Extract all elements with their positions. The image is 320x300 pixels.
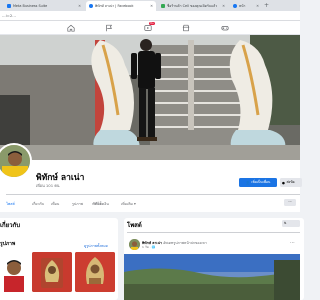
browser-tab-business-suite[interactable]: Meta Business Suite ✕: [4, 1, 84, 11]
messenger-icon: ●: [282, 180, 285, 185]
browser-tab-bar: Meta Business Suite ✕ พิทักษ์ ลาเน่า | F…: [0, 0, 300, 11]
tab-title: ชื่อร้านค้า Cell ของคุณเปิดรับแล้ว: [167, 3, 218, 8]
facebook-favicon-icon: [233, 4, 237, 8]
tab-friends[interactable]: เพื่อน: [51, 201, 59, 207]
message-label: ส่งข้อ: [286, 180, 295, 184]
post-time[interactable]: 1 วัน: [142, 245, 149, 249]
avatar-photo: [0, 145, 30, 177]
tab-posts[interactable]: โพสต์: [6, 201, 15, 207]
tab-title: Meta Business Suite: [13, 4, 48, 8]
tab-photos[interactable]: รูปภาพ: [72, 201, 83, 207]
home-icon[interactable]: [67, 24, 75, 32]
post-action-text: อัพเดทรูปภาพหน้าปกของเขา: [163, 241, 207, 245]
add-friend-icon: 👤: [245, 180, 250, 185]
sheets-favicon-icon: [161, 4, 165, 8]
post-options-icon[interactable]: ···: [290, 240, 295, 246]
profile-name: พิทักษ์ ลาเน่า: [36, 173, 85, 183]
globe-icon: · 🌐: [149, 245, 156, 249]
browser-tab-facebook-profile[interactable]: พิทักษ์ ลาเน่า | Facebook ✕: [86, 1, 156, 11]
new-tab-icon[interactable]: +: [264, 2, 269, 9]
photo-selfie: [0, 252, 30, 292]
close-tab-icon[interactable]: ✕: [150, 4, 153, 8]
friends-count[interactable]: เพื่อน 101 คน: [36, 183, 59, 189]
photos-section-title: รูปภาพ: [0, 241, 16, 247]
tab-title: หน้า: [239, 3, 246, 8]
add-friend-label: เพิ่มเป็นเพื่อน: [251, 180, 271, 184]
photo-thumbnail[interactable]: [32, 252, 72, 292]
photo-amulet: [32, 252, 72, 292]
facebook-favicon-icon: [89, 4, 93, 8]
meta-favicon-icon: [7, 4, 11, 8]
close-tab-icon[interactable]: ✕: [256, 4, 259, 8]
tab-more[interactable]: เพิ่มเติม ▾: [121, 201, 136, 207]
notification-badge: 9+: [149, 22, 155, 26]
message-button[interactable]: ● ส่งข้อ: [280, 178, 302, 187]
close-tab-icon[interactable]: ✕: [222, 4, 225, 8]
tab-overflow-button[interactable]: ···: [284, 199, 296, 206]
pages-flag-icon[interactable]: [105, 24, 113, 32]
post-cover-image[interactable]: [124, 254, 300, 300]
posts-card-title: โพสต์: [127, 222, 142, 229]
see-all-photos-link[interactable]: ดูรูปภาพทั้งหมด: [84, 243, 108, 249]
tab-title: พิทักษ์ ลาเน่า | Facebook: [95, 3, 134, 8]
header-divider: [6, 194, 300, 195]
close-tab-icon[interactable]: ✕: [78, 4, 81, 8]
browser-tab-page[interactable]: หน้า ✕: [230, 1, 262, 11]
intro-card-title: เกี่ยวกับ: [0, 222, 21, 229]
photo-amulet: [75, 252, 115, 292]
tab-checkins-visible[interactable]: การเช็คอิน: [92, 201, 109, 207]
watch-icon: [144, 25, 152, 31]
photo-thumbnail[interactable]: [75, 252, 115, 292]
add-friend-button[interactable]: 👤 เพิ่มเป็นเพื่อน: [239, 178, 277, 187]
post-meta: 1 วัน · 🌐: [142, 245, 155, 250]
photo-thumbnail[interactable]: [0, 252, 30, 292]
post-divider: [127, 232, 300, 233]
address-bar[interactable]: ...i=2...: [0, 11, 300, 21]
gaming-icon[interactable]: [221, 24, 229, 32]
post-author-avatar[interactable]: [129, 239, 140, 250]
post-filter-button[interactable]: ⇅: [282, 220, 300, 227]
browser-tab-cell[interactable]: ชื่อร้านค้า Cell ของคุณเปิดรับแล้ว ✕: [158, 1, 228, 11]
watch-video-nav[interactable]: 9+: [144, 22, 155, 32]
avatar-photo: [129, 239, 140, 250]
tab-about[interactable]: เกี่ยวกับ: [32, 201, 44, 207]
url-text: ...i=2...: [2, 13, 16, 18]
cover-photo[interactable]: [0, 35, 300, 160]
marketplace-icon[interactable]: [182, 24, 190, 32]
facebook-top-nav: 9+: [0, 21, 300, 35]
